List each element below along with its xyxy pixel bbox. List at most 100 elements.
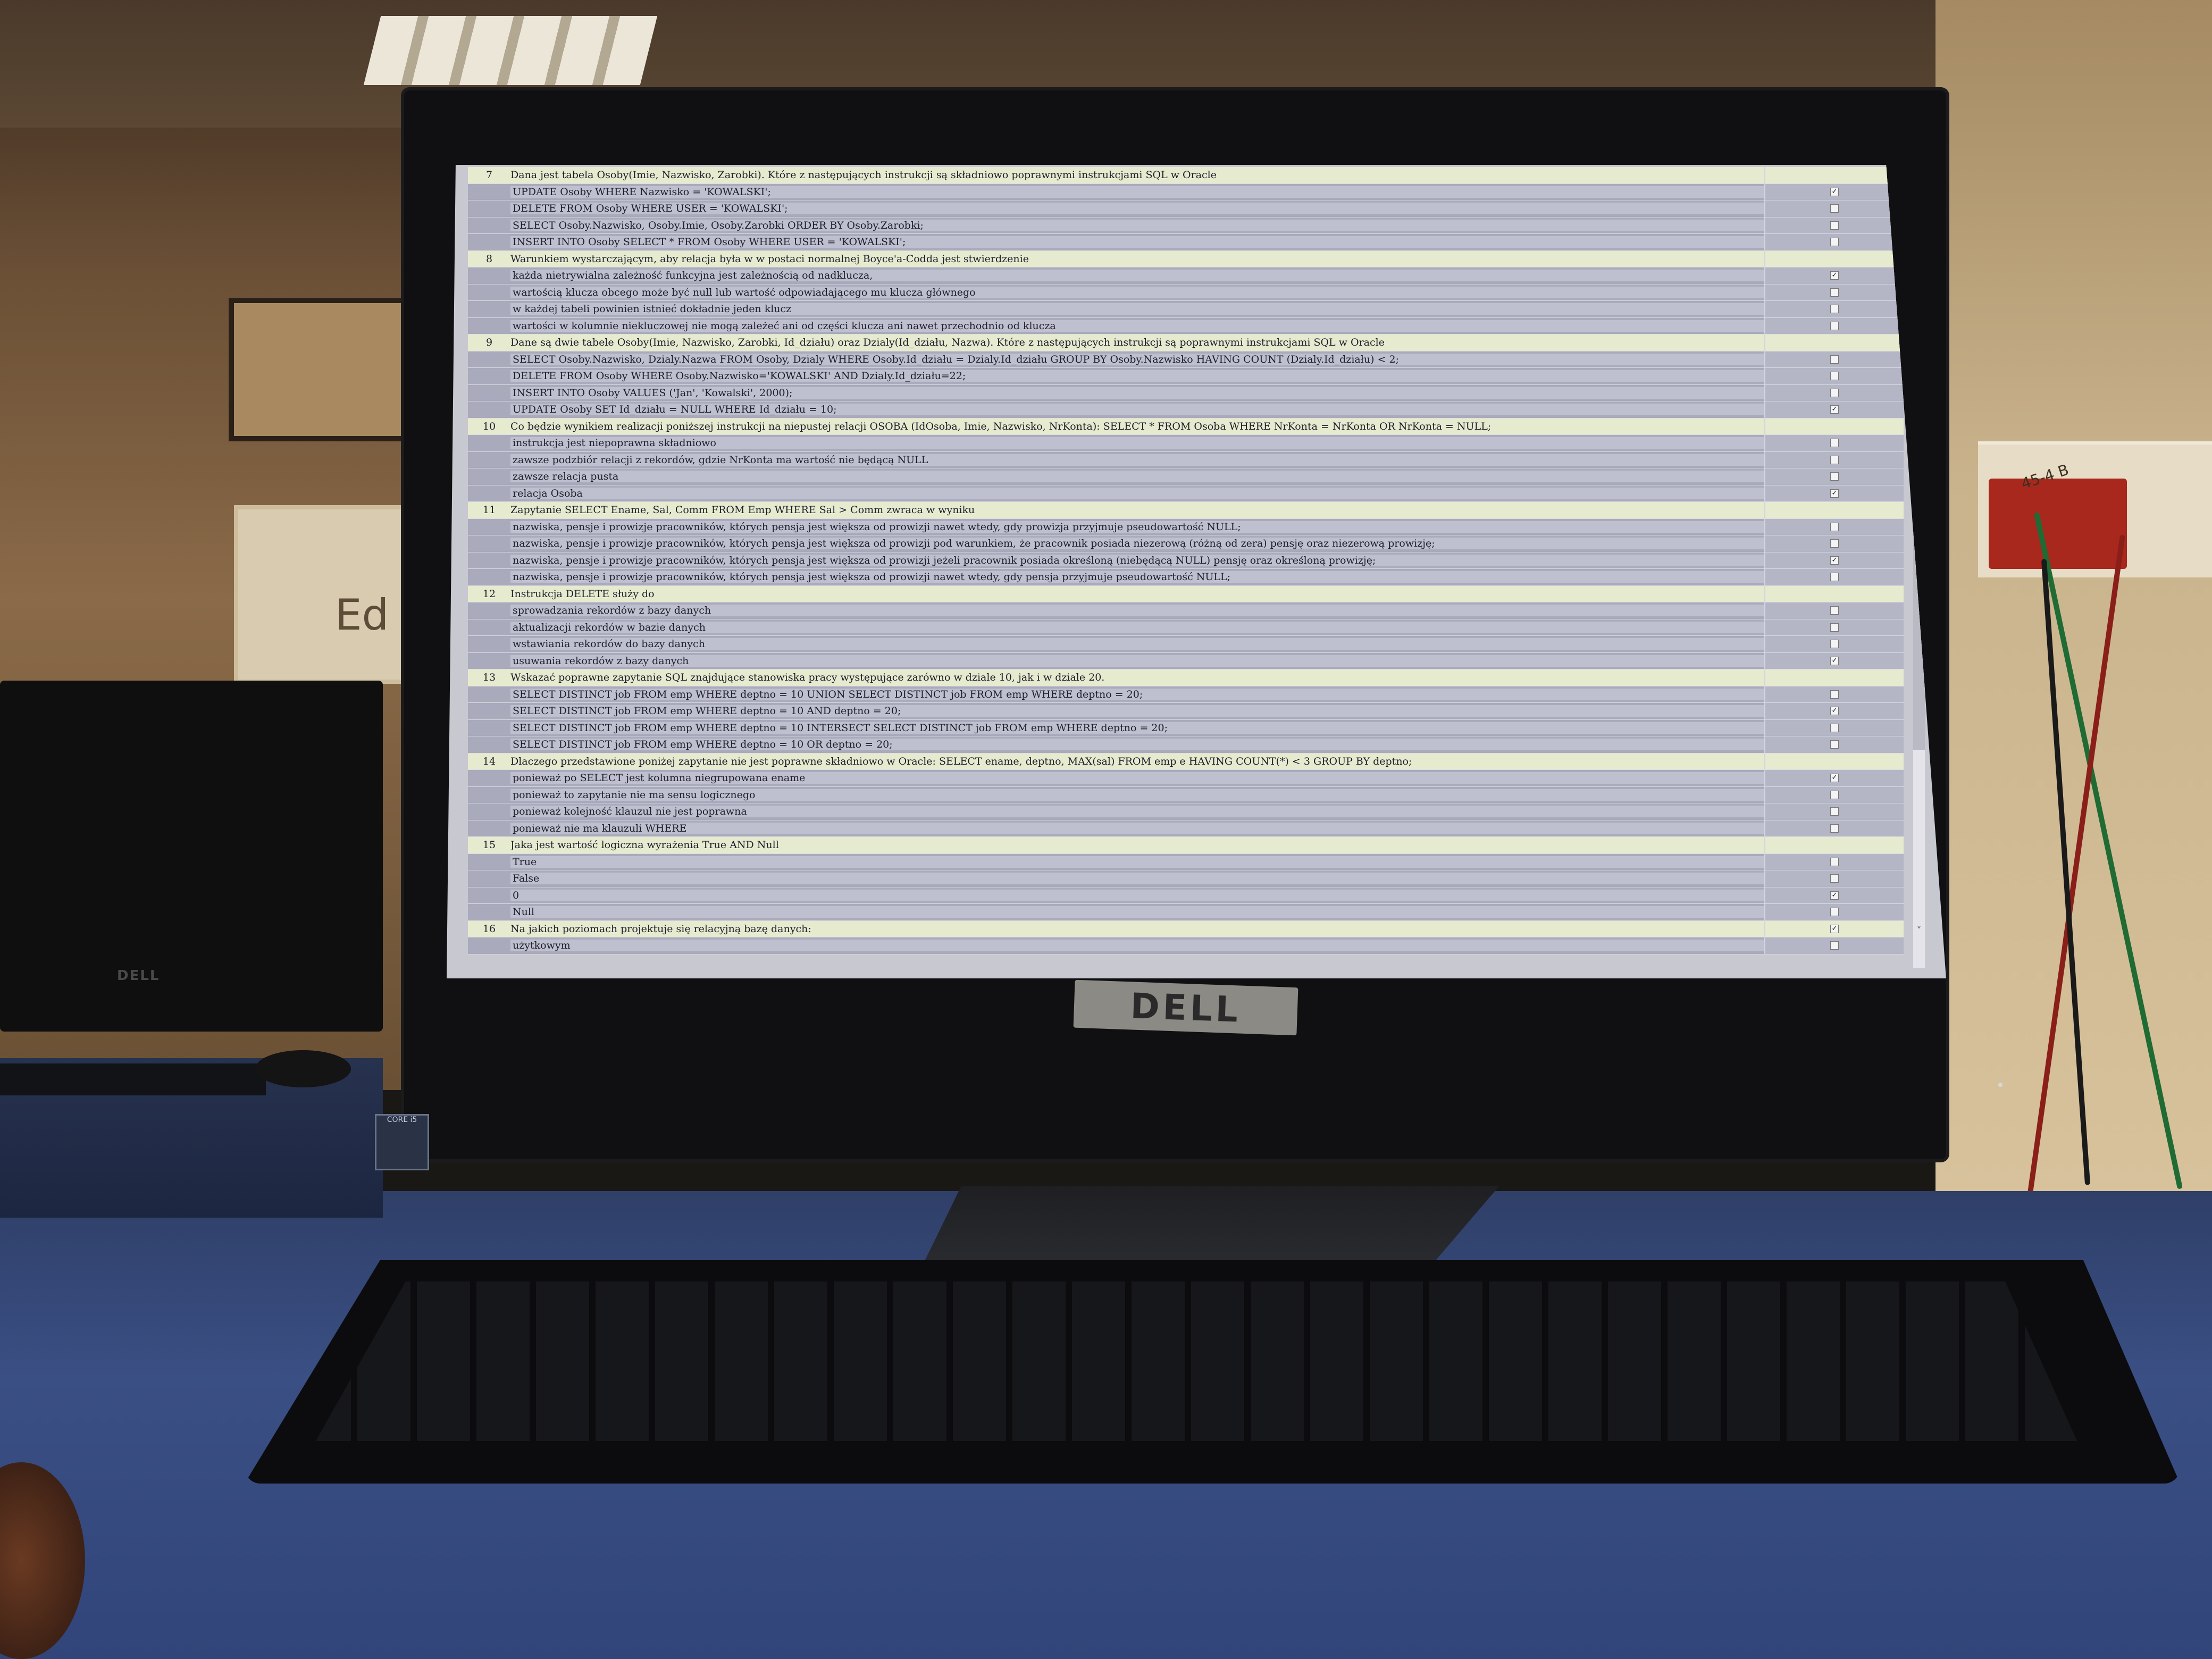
answer-checkbox[interactable]: [1830, 221, 1839, 230]
answer-row[interactable]: usuwania rekordów z bazy danych ✓: [468, 652, 1904, 669]
answer-checkbox[interactable]: ✓: [1830, 556, 1839, 565]
background-monitor-logo: DELL: [117, 968, 160, 984]
answer-checkbox[interactable]: [1830, 573, 1839, 582]
answer-text: nazwiska, pensje i prowizje pracowników,…: [510, 554, 1764, 566]
answer-checkbox[interactable]: ✓: [1830, 489, 1839, 498]
answer-row[interactable]: UPDATE Osoby WHERE Nazwisko = 'KOWALSKI'…: [468, 183, 1904, 200]
keyboard-keys[interactable]: [315, 1281, 2077, 1441]
answer-checkbox[interactable]: [1830, 606, 1839, 615]
answer-checkbox[interactable]: ✓: [1830, 271, 1839, 280]
answer-row[interactable]: ponieważ kolejność klauzul nie jest popr…: [468, 803, 1904, 820]
answer-checkbox-cell: [1764, 384, 1904, 401]
answer-checkbox[interactable]: [1830, 321, 1839, 330]
answer-text: każda nietrywialna zależność funkcyjna j…: [510, 270, 1764, 282]
answer-checkbox[interactable]: ✓: [1830, 187, 1839, 196]
answer-row[interactable]: SELECT Osoby.Nazwisko, Dzialy.Nazwa FROM…: [468, 351, 1904, 368]
answer-checkbox[interactable]: [1830, 740, 1839, 749]
question-number: 12: [482, 588, 496, 600]
answer-row[interactable]: INSERT INTO Osoby VALUES ('Jan', 'Kowals…: [468, 384, 1904, 401]
answer-row[interactable]: sprowadzania rekordów z bazy danych: [468, 602, 1904, 619]
answer-checkbox[interactable]: [1830, 941, 1839, 950]
answer-checkbox[interactable]: ✓: [1830, 656, 1839, 665]
answer-checkbox[interactable]: [1830, 439, 1839, 448]
answer-row[interactable]: UPDATE Osoby SET Id_działu = NULL WHERE …: [468, 401, 1904, 418]
answer-checkbox[interactable]: ✓: [1830, 707, 1839, 716]
question-checkbox-cell: [1764, 837, 1904, 853]
answer-row[interactable]: nazwiska, pensje i prowizje pracowników,…: [468, 552, 1904, 569]
answer-checkbox[interactable]: [1830, 388, 1839, 397]
answer-checkbox[interactable]: [1830, 539, 1839, 548]
answer-row[interactable]: wstawiania rekordów do bazy danych: [468, 636, 1904, 653]
answer-checkbox[interactable]: [1830, 824, 1839, 833]
answer-row[interactable]: SELECT DISTINCT job FROM emp WHERE deptn…: [468, 736, 1904, 753]
answer-row[interactable]: użytkowym: [468, 937, 1904, 954]
answer-checkbox[interactable]: [1830, 908, 1839, 917]
answer-row[interactable]: SELECT DISTINCT job FROM emp WHERE deptn…: [468, 703, 1904, 720]
answer-checkbox[interactable]: [1830, 874, 1839, 883]
answer-checkbox[interactable]: [1830, 204, 1839, 213]
answer-checkbox[interactable]: [1830, 305, 1839, 314]
answer-row[interactable]: nazwiska, pensje i prowizje pracowników,…: [468, 569, 1904, 586]
answer-checkbox[interactable]: [1830, 455, 1839, 464]
answer-checkbox[interactable]: [1830, 472, 1839, 481]
answer-row[interactable]: wartości w kolumnie niekluczowej nie mog…: [468, 317, 1904, 334]
question-text: Co będzie wynikiem realizacji poniższej …: [510, 420, 1492, 432]
question-checkbox-cell: [1764, 334, 1904, 351]
answer-row[interactable]: SELECT DISTINCT job FROM emp WHERE deptn…: [468, 686, 1904, 703]
answer-row[interactable]: SELECT DISTINCT job FROM emp WHERE deptn…: [468, 719, 1904, 736]
answer-checkbox-cell: [1764, 602, 1904, 619]
answer-row[interactable]: aktualizacji rekordów w bazie danych: [468, 619, 1904, 636]
question-text: Dana jest tabela Osoby(Imie, Nazwisko, Z…: [510, 169, 1217, 181]
answer-checkbox[interactable]: [1830, 623, 1839, 632]
answer-checkbox[interactable]: [1830, 522, 1839, 531]
whiteboard-writing: Ed: [335, 590, 389, 640]
answer-checkbox-cell: [1764, 937, 1904, 954]
answer-checkbox-cell: ✓: [1764, 183, 1904, 200]
answer-checkbox[interactable]: [1830, 790, 1839, 799]
answer-checkbox[interactable]: [1830, 857, 1839, 866]
answer-row[interactable]: DELETE FROM Osoby WHERE USER = 'KOWALSKI…: [468, 200, 1904, 217]
answer-checkbox[interactable]: [1830, 238, 1839, 247]
answer-row[interactable]: SELECT Osoby.Nazwisko, Osoby.Imie, Osoby…: [468, 217, 1904, 234]
answer-checkbox[interactable]: ✓: [1830, 405, 1839, 414]
question-row: 12 Instrukcja DELETE służy do: [468, 585, 1904, 602]
question-row: 9 Dane są dwie tabele Osoby(Imie, Nazwisk…: [468, 334, 1904, 351]
answer-checkbox[interactable]: [1830, 640, 1839, 649]
answer-row[interactable]: Null: [468, 904, 1904, 921]
answer-row[interactable]: True: [468, 853, 1904, 870]
answer-row[interactable]: ponieważ po SELECT jest kolumna niegrupo…: [468, 770, 1904, 787]
answer-row[interactable]: instrukcja jest niepoprawna składniowo: [468, 435, 1904, 452]
answer-checkbox[interactable]: [1830, 372, 1839, 381]
answer-checkbox-cell: [1764, 217, 1904, 233]
answer-checkbox[interactable]: [1830, 723, 1839, 732]
answer-row[interactable]: zawsze relacja pusta: [468, 468, 1904, 485]
answer-checkbox[interactable]: ✓: [1830, 774, 1839, 783]
question-number: 15: [482, 839, 496, 851]
answer-checkbox-cell: ✓: [1764, 652, 1904, 669]
power-led-icon[interactable]: [1998, 1083, 2002, 1087]
answer-row[interactable]: nazwiska, pensje i prowizje pracowników,…: [468, 535, 1904, 552]
answer-row[interactable]: False: [468, 870, 1904, 887]
answer-checkbox[interactable]: [1830, 288, 1839, 297]
answer-row[interactable]: wartością klucza obcego może być null lu…: [468, 284, 1904, 301]
answer-text: INSERT INTO Osoby VALUES ('Jan', 'Kowals…: [510, 387, 1764, 399]
answer-row[interactable]: relacja Osoba ✓: [468, 485, 1904, 502]
answer-checkbox-cell: ✓: [1764, 267, 1904, 284]
scroll-down-icon[interactable]: ˅: [1913, 925, 1925, 936]
answer-row[interactable]: DELETE FROM Osoby WHERE Osoby.Nazwisko='…: [468, 368, 1904, 385]
answer-checkbox[interactable]: [1830, 807, 1839, 816]
answer-row[interactable]: zawsze podzbiór relacji z rekordów, gdzi…: [468, 451, 1904, 468]
answer-row[interactable]: każda nietrywialna zależność funkcyjna j…: [468, 267, 1904, 284]
answer-row[interactable]: w każdej tabeli powinien istnieć dokładn…: [468, 301, 1904, 318]
answer-checkbox[interactable]: [1830, 355, 1839, 364]
answer-row[interactable]: ponieważ to zapytanie nie ma sensu logic…: [468, 786, 1904, 803]
answer-checkbox-cell: ✓: [1764, 485, 1904, 501]
answer-checkbox[interactable]: ✓: [1830, 891, 1839, 900]
answer-checkbox[interactable]: ✓: [1830, 924, 1839, 933]
question-number: 10: [482, 420, 496, 432]
answer-checkbox[interactable]: [1830, 690, 1839, 699]
answer-row[interactable]: nazwiska, pensje i prowizje pracowników,…: [468, 518, 1904, 535]
answer-row[interactable]: ponieważ nie ma klauzuli WHERE: [468, 820, 1904, 837]
answer-row[interactable]: 0 ✓: [468, 887, 1904, 904]
answer-row[interactable]: INSERT INTO Osoby SELECT * FROM Osoby WH…: [468, 234, 1904, 251]
